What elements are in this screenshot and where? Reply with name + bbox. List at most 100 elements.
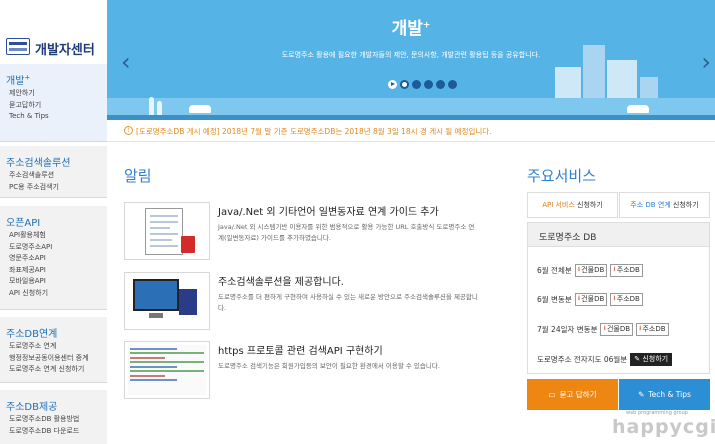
sidebar-section-search-solution: 주소검색솔루션 주소검색솔루션 PC용 주소검색기 — [0, 146, 107, 198]
sidebar-item-road-link[interactable]: 도로명주소 연계 — [9, 341, 107, 353]
sidebar-item-coord-api[interactable]: 좌표제공API — [9, 265, 107, 277]
news-thumbnail[interactable] — [124, 341, 210, 399]
car-illustration — [189, 105, 211, 113]
news-title[interactable]: 주소검색솔루션을 제공합니다. — [218, 273, 344, 288]
news-item[interactable]: https 프로토콜 관련 검색API 구현하기 도로명주소 검색기능은 회원가… — [124, 341, 509, 399]
play-icon[interactable] — [388, 79, 397, 89]
car-illustration — [627, 105, 649, 113]
download-icon: ⭳ — [603, 323, 606, 332]
news-item[interactable]: Java/.Net 외 기타언어 일변동자료 연계 가이드 추가 Java/.N… — [124, 202, 509, 260]
watermark: web programming group happycgi — [612, 410, 715, 438]
sidebar: 개발자센터 개발+ 제안하기 묻고답하기 Tech & Tips 주소검색솔루션… — [0, 0, 107, 444]
download-building-db-button[interactable]: ⭳ 건물DB — [574, 263, 608, 277]
db-row-label: 7월 24일자 변동분 — [537, 324, 598, 334]
db-row: 7월 24일자 변동분 ⭳ 건물DB ⭳ 주소DB — [537, 321, 669, 337]
slide-dot[interactable] — [448, 79, 457, 89]
sidebar-item-db-usage[interactable]: 도로명주소DB 활용방법 — [9, 414, 107, 426]
news-thumbnail[interactable] — [124, 202, 210, 260]
hero-title: 개발+ — [391, 19, 431, 39]
software-box-icon — [179, 289, 197, 315]
pencil-icon: ✎ — [638, 390, 645, 399]
chevron-left-icon[interactable]: ‹ — [121, 48, 131, 76]
news-title[interactable]: Java/.Net 외 기타언어 일변동자료 연계 가이드 추가 — [218, 203, 439, 218]
logo-badge-icon — [6, 38, 30, 55]
code-snippet-icon — [128, 345, 206, 395]
pencil-icon: ✎ — [634, 355, 641, 363]
sidebar-item-search-solution[interactable]: 주소검색솔루션 — [9, 170, 107, 182]
hero-banner: 개발+ 도로명주소 활용에 필요한 개발자들의 제안, 문의사항, 개발관련 활… — [107, 0, 715, 120]
db-row: 도로명주소 전자지도 06월분 ✎ 신청하기 — [537, 351, 673, 367]
download-icon: ⭳ — [577, 293, 581, 302]
download-building-db-button[interactable]: ⭳ 건물DB — [600, 322, 634, 336]
sidebar-item-tech-tips[interactable]: Tech & Tips — [9, 111, 107, 123]
download-icon: ⭳ — [577, 264, 581, 273]
db-row: 6월 전체분 ⭳ 건물DB ⭳ 주소DB — [537, 262, 643, 278]
alert-icon: ! — [124, 126, 133, 135]
tree-illustration — [157, 101, 162, 115]
chat-bubble-icon: ▭ — [548, 390, 556, 399]
sidebar-item-road-api[interactable]: 도로명주소API — [9, 242, 107, 254]
db-link-apply-button[interactable]: 주소 DB 연계 신청하기 — [619, 192, 710, 218]
news-item[interactable]: 주소검색솔루션을 제공합니다. 도로명주소를 더 편하게 구현하여 사용하실 수… — [124, 272, 509, 330]
notice-text[interactable]: [도로명주소DB 게시 예정] 2018년 7월 말 기준 도로명주소DB는 2… — [136, 126, 492, 137]
download-icon: ⭳ — [639, 323, 642, 332]
download-address-db-button[interactable]: ⭳ 주소DB — [636, 322, 669, 336]
slide-dot-active[interactable] — [400, 79, 409, 89]
monitor-stand-icon — [149, 313, 163, 318]
sidebar-item-api-trial[interactable]: API활용체험 — [9, 230, 107, 242]
logo[interactable]: 개발자센터 — [0, 0, 107, 64]
download-building-db-button[interactable]: ⭳ 건물DB — [574, 292, 608, 306]
db-row-label: 6월 변동분 — [537, 294, 572, 304]
sidebar-section-title[interactable]: 주소검색솔루션 — [0, 146, 107, 170]
db-row: 6월 변동분 ⭳ 건물DB ⭳ 주소DB — [537, 291, 643, 307]
sidebar-item-proposal[interactable]: 제안하기 — [9, 88, 107, 100]
slider-pagination — [388, 79, 457, 89]
sidebar-item-db-download[interactable]: 도로명주소DB 다운로드 — [9, 426, 107, 438]
sidebar-section-title[interactable]: 개발+ — [0, 64, 107, 88]
db-row-label: 도로명주소 전자지도 06월분 — [537, 354, 628, 364]
sidebar-item-api-apply[interactable]: API 신청하기 — [9, 288, 107, 300]
sidebar-item-mobile-api[interactable]: 모바일용API — [9, 276, 107, 288]
document-icon — [145, 208, 183, 255]
news-thumbnail[interactable] — [124, 272, 210, 330]
sidebar-item-link-apply[interactable]: 도로명주소 연계 신청하기 — [9, 364, 107, 376]
download-address-db-button[interactable]: ⭳ 주소DB — [610, 292, 643, 306]
tech-tips-button[interactable]: ✎ Tech & Tips — [619, 379, 710, 410]
sidebar-section-db-link: 주소DB연계 도로명주소 연계 행정정보공동이용센터 중계 도로명주소 연계 신… — [0, 317, 107, 383]
notice-bar: ! [도로명주소DB 게시 예정] 2018년 7월 말 기준 도로명주소DB는… — [107, 120, 715, 142]
sidebar-item-qna[interactable]: 묻고답하기 — [9, 100, 107, 112]
hero-description: 도로명주소 활용에 필요한 개발자들의 제안, 문의사항, 개발관련 활용팁 등… — [281, 51, 541, 59]
news-section-title: 알림 — [124, 167, 152, 185]
download-icon: ⭳ — [613, 264, 616, 273]
chevron-right-icon[interactable]: › — [701, 48, 711, 76]
download-address-db-button[interactable]: ⭳ 주소DB — [610, 263, 643, 277]
site-title: 개발자센터 — [35, 43, 95, 58]
sidebar-section-open-api: 오픈API API활용체험 도로명주소API 영문주소API 좌표제공API 모… — [0, 206, 107, 310]
sidebar-section-title[interactable]: 주소DB연계 — [0, 317, 107, 341]
map-apply-button[interactable]: ✎ 신청하기 — [630, 352, 673, 366]
db-download-panel: 도로명주소 DB 6월 전체분 ⭳ 건물DB ⭳ 주소DB 6월 변동분 ⭳ 건물DB… — [527, 222, 710, 374]
tree-illustration — [149, 97, 154, 115]
pdf-icon — [181, 236, 195, 253]
slide-dot[interactable] — [424, 79, 433, 89]
monitor-icon — [133, 279, 179, 311]
news-description: Java/.Net 외 시스템기반 이용자를 위한 범용적으로 활용 가능한 U… — [218, 223, 475, 242]
sidebar-item-english-api[interactable]: 영문주소API — [9, 253, 107, 265]
sidebar-item-pc-search[interactable]: PC용 주소검색기 — [9, 182, 107, 194]
sidebar-section-title[interactable]: 주소DB제공 — [0, 390, 107, 414]
slide-dot[interactable] — [436, 79, 445, 89]
db-row-label: 6월 전체분 — [537, 265, 572, 275]
download-icon: ⭳ — [613, 293, 616, 302]
qna-button[interactable]: ▭ 묻고 답하기 — [527, 379, 618, 410]
sidebar-item-relay[interactable]: 행정정보공동이용센터 중계 — [9, 353, 107, 365]
slide-dot[interactable] — [412, 79, 421, 89]
services-section-title: 주요서비스 — [527, 167, 597, 185]
news-title[interactable]: https 프로토콜 관련 검색API 구현하기 — [218, 342, 383, 357]
sidebar-section-title[interactable]: 오픈API — [0, 206, 107, 230]
sidebar-section-db-provide: 주소DB제공 도로명주소DB 활용방법 도로명주소DB 다운로드 — [0, 390, 107, 444]
news-description: 도로명주소를 더 편하게 구현하여 사용하실 수 있는 새로운 방안으로 주소검… — [218, 293, 478, 312]
sidebar-section-dev: 개발+ 제안하기 묻고답하기 Tech & Tips — [0, 64, 107, 142]
db-panel-title: 도로명주소 DB — [528, 223, 709, 247]
news-description: 도로명주소 검색기능은 회원가입등의 보안이 필요한 환경에서 이용할 수 있습… — [218, 362, 440, 370]
api-apply-button[interactable]: API 서비스 신청하기 — [527, 192, 618, 218]
